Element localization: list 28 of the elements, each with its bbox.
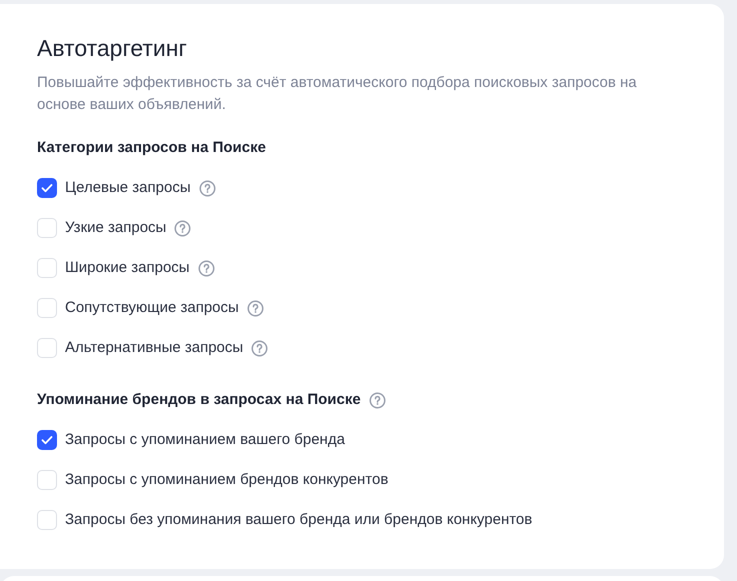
help-icon[interactable] [198, 260, 215, 276]
card-title: Автотаргетинг [37, 34, 188, 62]
help-icon[interactable] [251, 340, 268, 356]
help-icon[interactable] [174, 220, 192, 236]
checkbox-label: Широкие запросы [65, 258, 190, 278]
section-heading: Упоминание брендов в запросах на Поиске [37, 390, 361, 410]
checkmark-icon [40, 433, 54, 447]
help-icon[interactable] [368, 392, 386, 408]
checkbox[interactable] [37, 510, 57, 530]
checkbox[interactable] [37, 470, 57, 490]
checkbox[interactable] [37, 338, 57, 358]
checkbox-label: Альтернативные запросы [65, 338, 244, 358]
checkbox[interactable] [37, 258, 57, 278]
checkbox-label: Сопутствующие запросы [65, 298, 239, 318]
checkbox-label: Целевые запросы [65, 178, 191, 198]
section-heading: Категории запросов на Поиске [37, 138, 266, 158]
card-description: Повышайте эффективность за счёт автоматического подбора поисковых запросов на основе ваших объявлений. [37, 73, 638, 115]
checkbox-label: Узкие запросы [65, 218, 166, 238]
help-icon[interactable] [198, 180, 216, 196]
checkbox-label: Запросы с упоминанием брендов конкурентов [65, 470, 388, 490]
checkbox-label: Запросы с упоминанием вашего бренда [65, 430, 345, 450]
checkbox-label: Запросы без упоминания вашего бренда или брендов конкурентов [65, 510, 532, 530]
checkbox[interactable] [37, 178, 57, 198]
help-icon[interactable] [246, 300, 264, 316]
checkbox[interactable] [37, 430, 57, 450]
checkmark-icon [40, 181, 54, 195]
checkbox[interactable] [37, 298, 57, 318]
checkbox[interactable] [37, 218, 57, 238]
